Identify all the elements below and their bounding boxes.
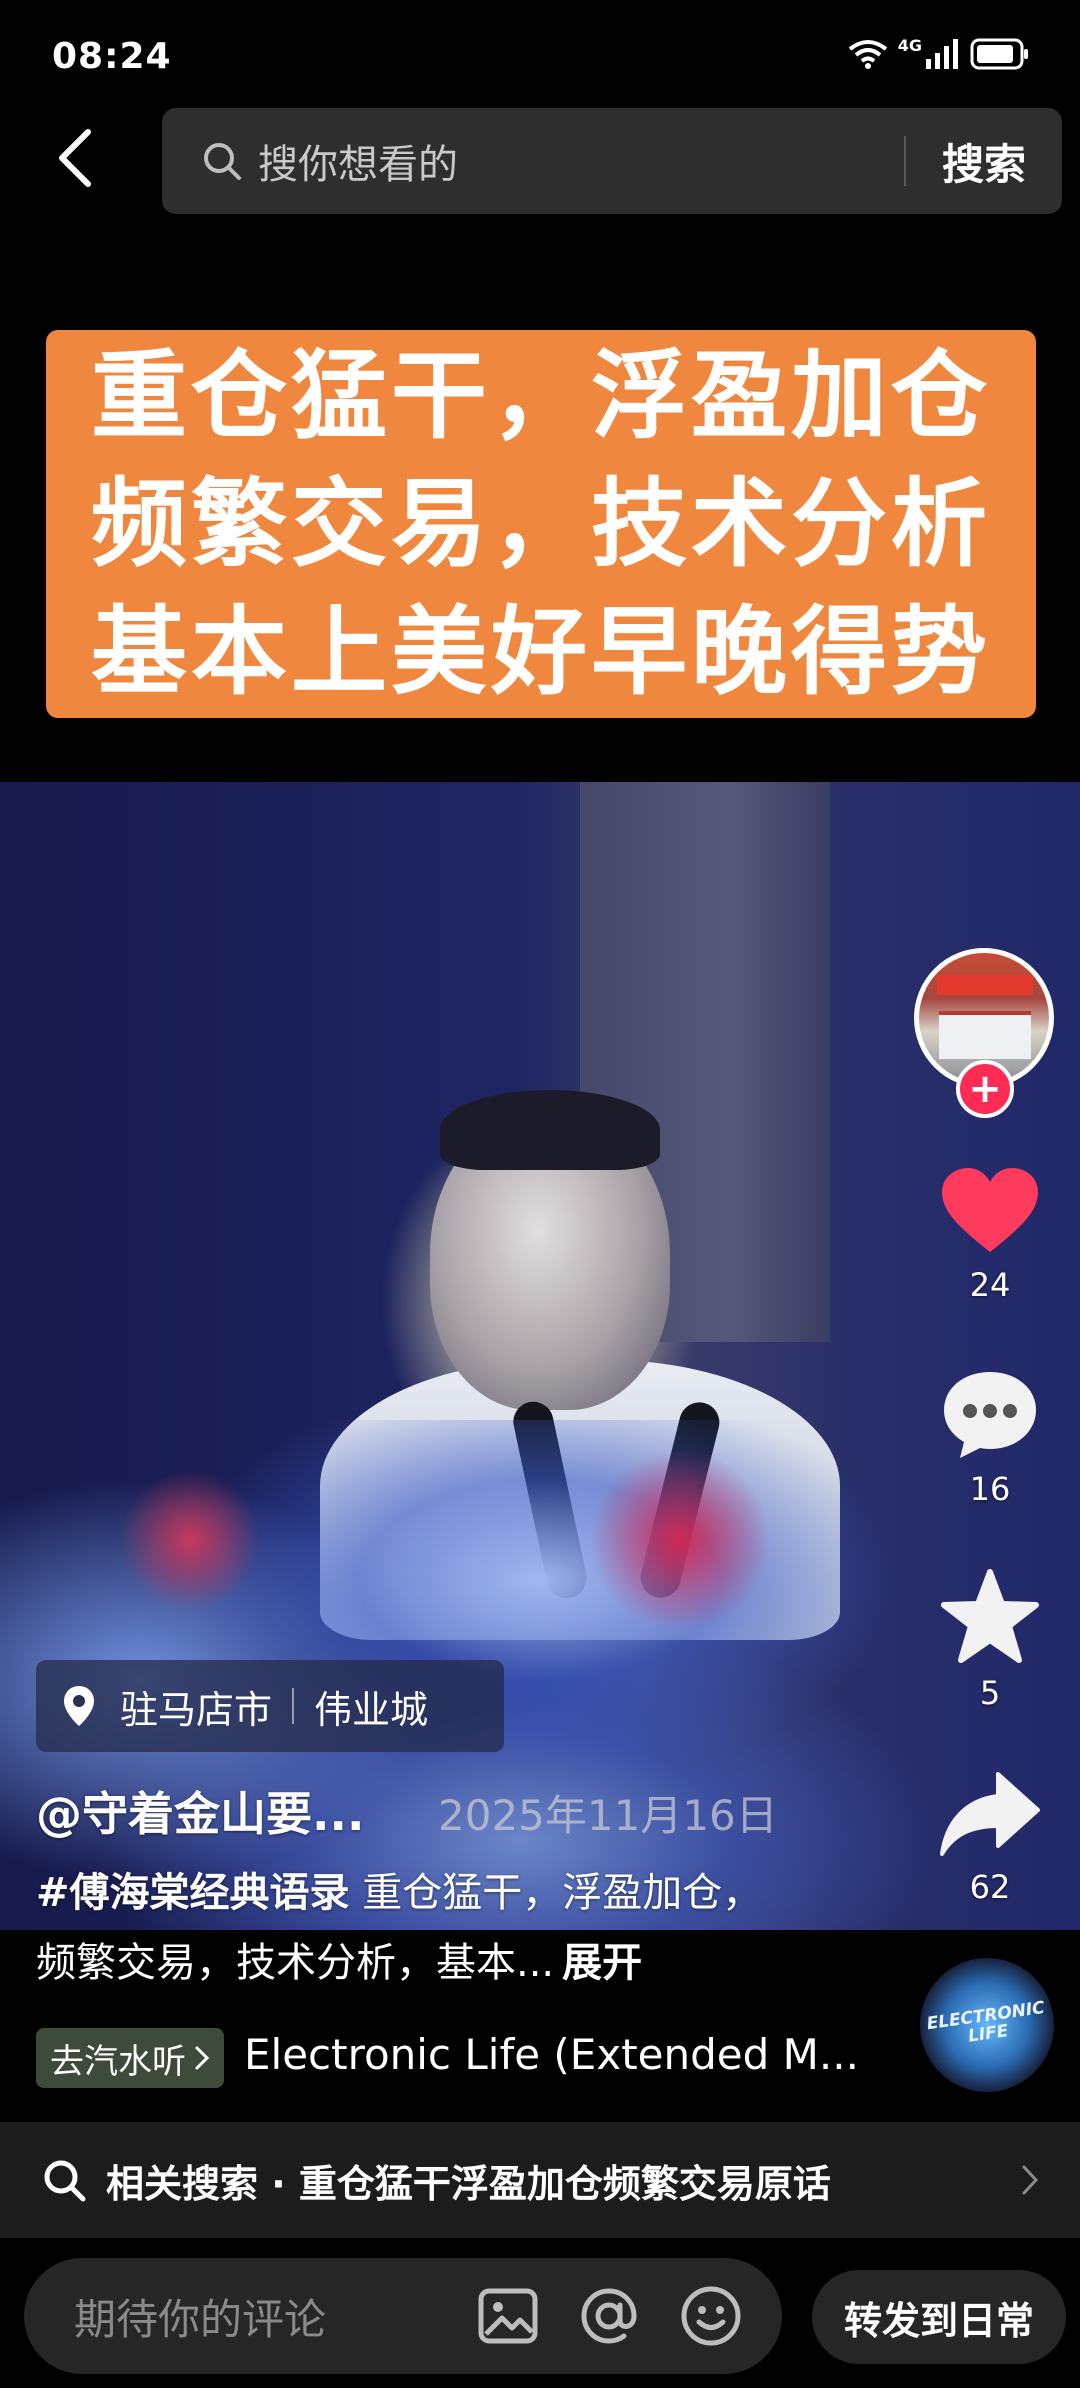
mention-icon[interactable] bbox=[578, 2285, 640, 2347]
location-place: 伟业城 bbox=[314, 1687, 429, 1732]
heart-icon bbox=[940, 1166, 1040, 1260]
related-search-text: 相关搜索 · 重仓猛干浮盈加仓频繁交易原话 bbox=[106, 2161, 831, 2206]
follow-button[interactable]: + bbox=[956, 1060, 1014, 1118]
like-count: 24 bbox=[969, 1266, 1011, 1304]
music-disc-label: ELECTRONIC LIFE bbox=[925, 1997, 1046, 2047]
back-arrow-icon bbox=[54, 128, 94, 192]
comment-input-bar[interactable]: 期待你的评论 bbox=[24, 2258, 782, 2374]
comment-input[interactable]: 期待你的评论 bbox=[74, 2286, 478, 2347]
chevron-right-icon bbox=[1020, 2163, 1040, 2197]
video-caption-banner: 重仓猛干，浮盈加仓 频繁交易，技术分析 基本上美好早晚得势 bbox=[46, 330, 1036, 718]
favorite-count: 5 bbox=[979, 1674, 1001, 1712]
share-count: 62 bbox=[969, 1868, 1011, 1906]
open-in-qishui-button[interactable]: 去汽水听 bbox=[36, 2028, 224, 2088]
back-button[interactable] bbox=[44, 120, 104, 200]
like-button[interactable]: 24 bbox=[930, 1166, 1050, 1304]
location-separator bbox=[292, 1688, 295, 1724]
share-action-button[interactable]: 62 bbox=[930, 1770, 1050, 1906]
search-icon bbox=[202, 141, 242, 181]
search-icon bbox=[42, 2158, 86, 2202]
status-time: 08:24 bbox=[52, 36, 172, 77]
banner-line-3: 基本上美好早晚得势 bbox=[91, 596, 991, 708]
signal-icon bbox=[926, 39, 960, 69]
search-button[interactable]: 搜索 bbox=[942, 131, 1026, 192]
favorite-button[interactable]: 5 bbox=[930, 1568, 1050, 1712]
description-text-2: 频繁交易，技术分析，基本... bbox=[36, 1940, 555, 1986]
location-city: 驻马店市 bbox=[120, 1687, 273, 1732]
comment-icon bbox=[940, 1368, 1040, 1464]
post-date: 2025年11月16日 bbox=[438, 1791, 778, 1840]
banner-line-2: 频繁交易，技术分析 bbox=[91, 468, 991, 580]
repost-to-daily-button[interactable]: 转发到日常 bbox=[812, 2270, 1066, 2364]
hashtag-link[interactable]: #傅海棠经典语录 bbox=[36, 1870, 350, 1916]
search-bar[interactable]: 搜你想看的 搜索 bbox=[162, 108, 1062, 214]
post-description-cont: 频繁交易，技术分析，基本... 展开 bbox=[36, 1930, 642, 1988]
comment-button[interactable]: 16 bbox=[930, 1368, 1050, 1508]
banner-line-1: 重仓猛干，浮盈加仓 bbox=[91, 340, 991, 452]
battery-icon bbox=[970, 38, 1030, 70]
emoji-icon[interactable] bbox=[680, 2285, 742, 2347]
comment-count: 16 bbox=[969, 1470, 1011, 1508]
status-icons: 4G bbox=[848, 35, 1030, 70]
image-icon[interactable] bbox=[478, 2288, 538, 2344]
music-tag-label: 去汽水听 bbox=[50, 2041, 186, 2082]
related-search-bar[interactable]: 相关搜索 · 重仓猛干浮盈加仓频繁交易原话 bbox=[0, 2122, 1080, 2238]
location-chip[interactable]: 驻马店市 伟业城 bbox=[36, 1660, 504, 1752]
speaker-hair bbox=[440, 1090, 660, 1170]
chevron-right-icon bbox=[194, 2045, 210, 2071]
expand-button[interactable]: 展开 bbox=[562, 1940, 642, 1986]
search-input[interactable]: 搜你想看的 bbox=[258, 132, 904, 190]
share-arrow-icon bbox=[938, 1770, 1042, 1862]
search-divider bbox=[903, 136, 906, 186]
star-icon bbox=[940, 1568, 1040, 1668]
author-name[interactable]: @守着金山要... bbox=[36, 1778, 364, 1844]
post-description: #傅海棠经典语录 重仓猛干，浮盈加仓， bbox=[36, 1860, 762, 1918]
music-title[interactable]: Electronic Life (Extended M... bbox=[244, 2030, 859, 2079]
music-disc[interactable]: ELECTRONIC LIFE bbox=[920, 1958, 1054, 2092]
wifi-icon bbox=[848, 39, 888, 69]
location-pin-icon bbox=[62, 1684, 96, 1728]
description-text-1: 重仓猛干，浮盈加仓， bbox=[349, 1870, 763, 1916]
network-type: 4G bbox=[897, 35, 922, 55]
